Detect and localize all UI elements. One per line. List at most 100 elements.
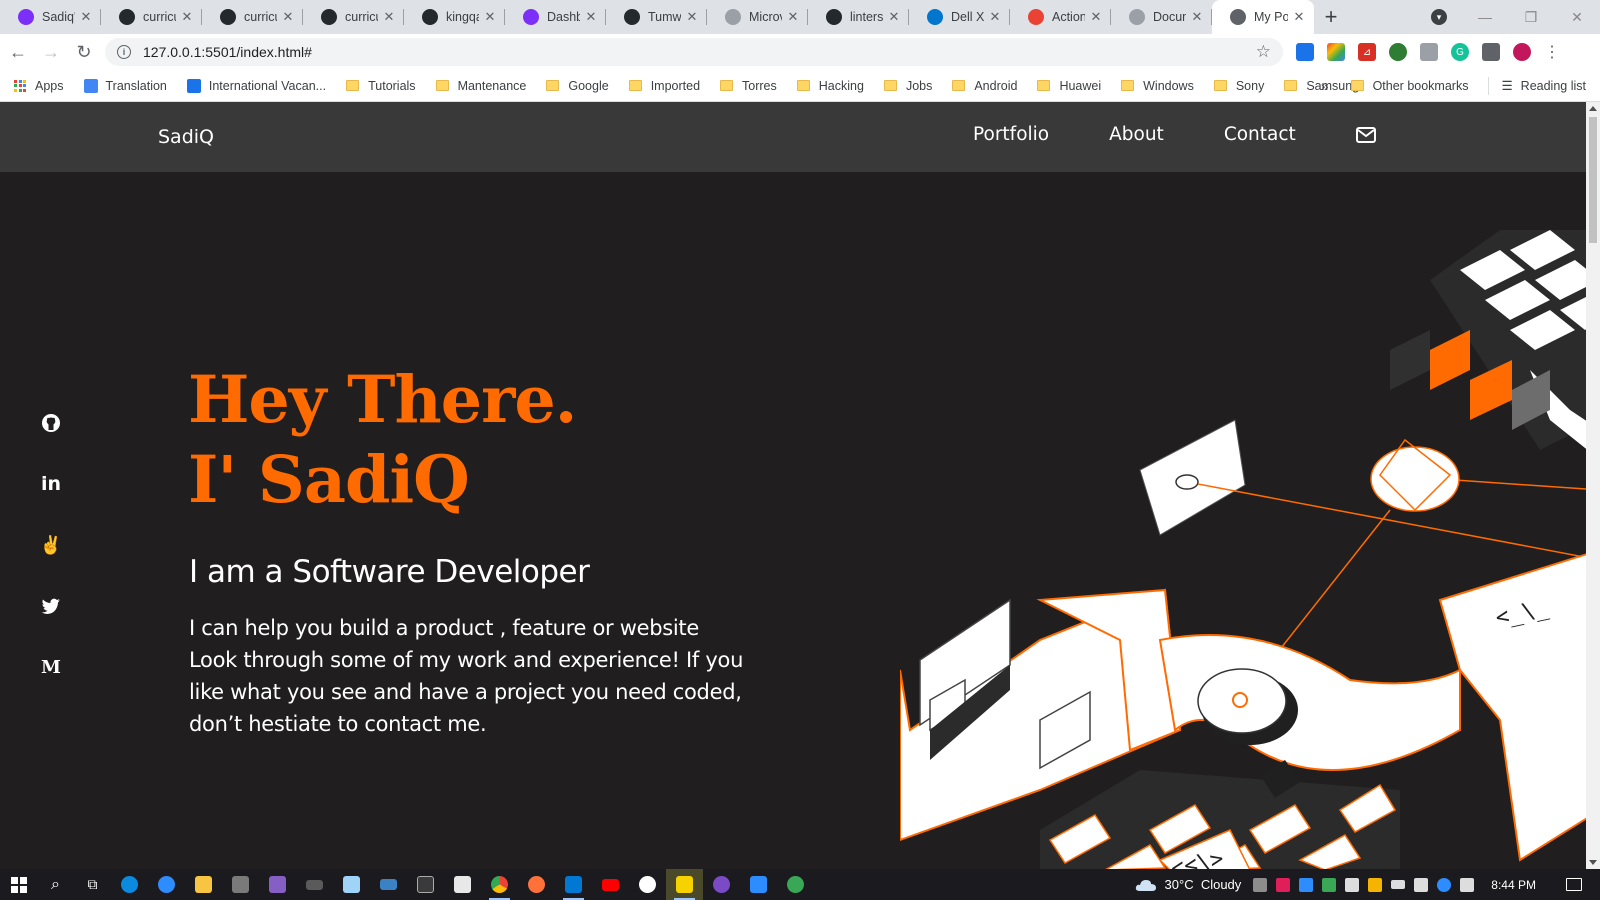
browser-tab[interactable]: Docum ✕: [1111, 0, 1212, 34]
menu-dots-icon[interactable]: ⋮: [1537, 37, 1567, 67]
new-tab-button[interactable]: +: [1314, 0, 1348, 34]
zoom-meetings-icon[interactable]: [740, 869, 777, 900]
browser-tab[interactable]: Dell XP ✕: [909, 0, 1010, 34]
keyboard-icon[interactable]: [370, 869, 407, 900]
bookmark-item[interactable]: Torres: [720, 79, 777, 93]
medium-icon[interactable]: M: [40, 656, 62, 678]
camera-extension-icon[interactable]: [1420, 43, 1438, 61]
weather-widget[interactable]: 30°C Cloudy: [1135, 877, 1241, 892]
bookmark-item[interactable]: Jobs: [883, 79, 932, 93]
extension-icon[interactable]: [1389, 43, 1407, 61]
minimize-icon[interactable]: —: [1462, 9, 1508, 25]
tab-close-icon[interactable]: ✕: [382, 9, 396, 25]
browser-tab[interactable]: Action ✕: [1010, 0, 1111, 34]
restore-icon[interactable]: ❐: [1508, 9, 1554, 26]
tab-close-icon[interactable]: ✕: [786, 9, 800, 25]
scrollbar-thumb[interactable]: [1589, 117, 1597, 243]
search-icon[interactable]: ⌕: [37, 869, 74, 900]
browser-tab[interactable]: Dashbo ✕: [505, 0, 606, 34]
notification-icon[interactable]: [1566, 878, 1582, 891]
tab-close-icon[interactable]: ✕: [281, 9, 295, 25]
battery-icon[interactable]: [1391, 880, 1406, 889]
terminal-icon[interactable]: [407, 869, 444, 900]
clock[interactable]: 8:44 PM: [1491, 878, 1536, 892]
task-view-icon[interactable]: ⧉: [74, 869, 111, 900]
mail-icon[interactable]: [1355, 126, 1376, 143]
firefox-icon[interactable]: [518, 869, 555, 900]
url-text[interactable]: 127.0.0.1:5501/index.html#: [143, 44, 1256, 60]
tab-close-icon[interactable]: ✕: [584, 9, 598, 25]
bookmark-item[interactable]: Android: [952, 79, 1017, 93]
windows-start-icon[interactable]: [0, 869, 37, 900]
tray-icon[interactable]: [1322, 877, 1337, 892]
slack-icon[interactable]: [629, 869, 666, 900]
nav-contact-link[interactable]: Contact: [1224, 124, 1296, 145]
back-icon[interactable]: ←: [3, 37, 33, 67]
nav-portfolio-link[interactable]: Portfolio: [973, 124, 1049, 145]
browser-tab[interactable]: curricul ✕: [303, 0, 404, 34]
tab-close-icon[interactable]: ✕: [1292, 9, 1306, 25]
tab-close-icon[interactable]: ✕: [685, 9, 699, 25]
tray-icon[interactable]: [1368, 877, 1383, 892]
edge-icon[interactable]: [111, 869, 148, 900]
bookmark-item[interactable]: Imported: [628, 79, 700, 93]
app-icon[interactable]: [703, 869, 740, 900]
bookmark-item[interactable]: Mantenance: [435, 79, 526, 93]
page-scrollbar[interactable]: [1586, 102, 1600, 869]
keyboard-icon[interactable]: [296, 869, 333, 900]
browser-tab[interactable]: Tumwo ✕: [606, 0, 707, 34]
tab-search-icon[interactable]: ▾: [1431, 9, 1447, 25]
close-window-icon[interactable]: ✕: [1554, 9, 1600, 26]
visual-studio-icon[interactable]: [259, 869, 296, 900]
address-bar[interactable]: i 127.0.0.1:5501/index.html# ☆: [105, 38, 1283, 66]
tab-close-icon[interactable]: ✕: [1190, 9, 1204, 25]
reading-list[interactable]: ☰ Reading list: [1501, 78, 1586, 94]
tab-close-icon[interactable]: ✕: [180, 9, 194, 25]
tab-close-icon[interactable]: ✕: [79, 9, 93, 25]
browser-tab[interactable]: linters- ✕: [808, 0, 909, 34]
bookmark-item[interactable]: Translation: [83, 78, 167, 93]
linkedin-icon[interactable]: in: [40, 473, 62, 495]
youtube-icon[interactable]: [592, 869, 629, 900]
profile-avatar[interactable]: [1513, 43, 1531, 61]
extension-icon[interactable]: [1296, 43, 1314, 61]
slack-tray-icon[interactable]: [1276, 877, 1291, 892]
vscode-icon[interactable]: [555, 869, 592, 900]
notepad-icon[interactable]: [333, 869, 370, 900]
browser-tab[interactable]: curricul ✕: [202, 0, 303, 34]
tab-close-icon[interactable]: ✕: [887, 9, 901, 25]
bookmark-item[interactable]: Hacking: [796, 79, 864, 93]
github-icon[interactable]: [40, 412, 62, 434]
browser-tab[interactable]: curricul ✕: [101, 0, 202, 34]
chrome-icon[interactable]: [481, 869, 518, 900]
browser-tab[interactable]: kingqal ✕: [404, 0, 505, 34]
forward-icon[interactable]: →: [36, 37, 66, 67]
bookmark-item[interactable]: Apps: [14, 79, 64, 93]
media-player-icon[interactable]: [666, 869, 703, 900]
tab-close-icon[interactable]: ✕: [1089, 9, 1103, 25]
volume-icon[interactable]: [1414, 877, 1429, 892]
bookmark-item[interactable]: Google: [546, 79, 609, 93]
bookmark-item[interactable]: Windows: [1121, 79, 1194, 93]
bookmark-item[interactable]: Sony: [1213, 79, 1264, 93]
bookmark-item[interactable]: International Vacan...: [186, 78, 326, 93]
other-bookmarks[interactable]: Other bookmarks: [1350, 79, 1468, 93]
zoom-icon[interactable]: [148, 869, 185, 900]
pdf-extension-icon[interactable]: ⊿: [1358, 43, 1376, 61]
tab-close-icon[interactable]: ✕: [483, 9, 497, 25]
grammarly-extension-icon[interactable]: G: [1451, 43, 1469, 61]
bookmark-star-icon[interactable]: ☆: [1256, 42, 1271, 62]
nav-about-link[interactable]: About: [1109, 124, 1164, 145]
wifi-icon[interactable]: [1345, 877, 1360, 892]
tab-close-icon[interactable]: ✕: [988, 9, 1002, 25]
angellist-icon[interactable]: ✌: [40, 534, 62, 556]
extensions-puzzle-icon[interactable]: [1482, 43, 1500, 61]
app-icon[interactable]: [777, 869, 814, 900]
zoom-tray-icon[interactable]: [1437, 877, 1452, 892]
browser-tab[interactable]: My Por ✕: [1212, 0, 1314, 34]
more-bookmarks-button[interactable]: »: [1321, 78, 1329, 94]
browser-tab[interactable]: Sadiq's ✕: [0, 0, 101, 34]
scroll-down-arrow-icon[interactable]: [1589, 860, 1597, 865]
bookmark-item[interactable]: Huawei: [1037, 79, 1101, 93]
file-explorer-icon[interactable]: [185, 869, 222, 900]
